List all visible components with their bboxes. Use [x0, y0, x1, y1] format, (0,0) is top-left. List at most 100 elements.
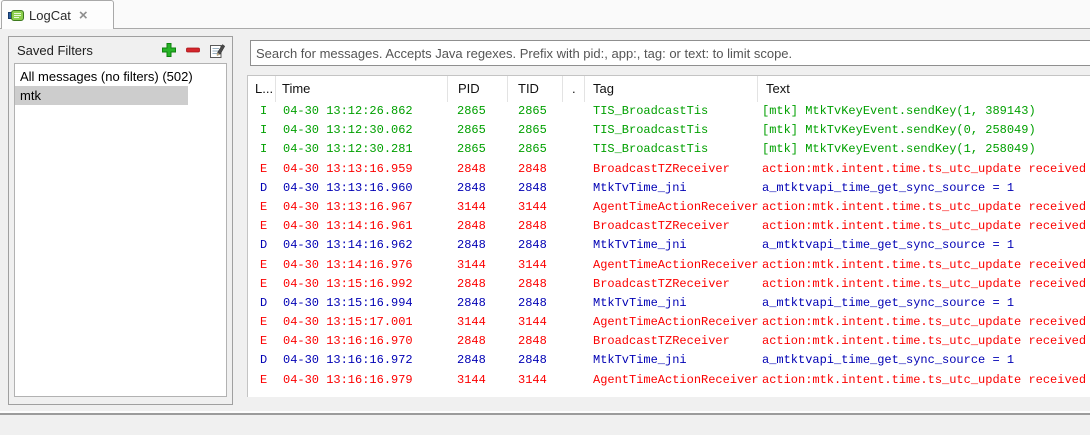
log-tag: AgentTimeActionReceiver [593, 372, 758, 387]
log-text: action:mtk.intent.time.ts_utc_update rec… [762, 257, 1087, 272]
log-application [563, 198, 585, 217]
log-text: a_mtktvapi_time_get_sync_source = 1 [762, 180, 1015, 195]
log-text: action:mtk.intent.time.ts_utc_update rec… [762, 276, 1087, 291]
log-level: D [260, 353, 268, 368]
log-pid: 2865 [457, 104, 486, 118]
log-application [563, 294, 585, 313]
log-tid: 3144 [518, 315, 547, 330]
log-row[interactable]: D 04-30 13:14:16.962 2848 2848 MtkTvTime… [248, 236, 1090, 255]
column-header-tag[interactable]: Tag [585, 76, 758, 102]
log-time: 04-30 13:14:16.961 [283, 219, 413, 234]
filter-list-item[interactable]: mtk [15, 86, 188, 105]
log-text: [mtk] MtkTvKeyEvent.sendKey(1, 389143) [762, 104, 1036, 118]
log-tid: 2865 [518, 104, 547, 118]
filter-list-item[interactable]: All messages (no filters) (502) [15, 67, 226, 86]
log-row[interactable]: I 04-30 13:12:30.281 2865 2865 TIS_Broad… [248, 140, 1090, 159]
log-row[interactable]: E 04-30 13:14:16.976 3144 3144 AgentTime… [248, 256, 1090, 275]
log-application [563, 275, 585, 294]
log-row[interactable]: I 04-30 13:12:26.862 2865 2865 TIS_Broad… [248, 102, 1090, 121]
log-text: action:mtk.intent.time.ts_utc_update rec… [762, 334, 1087, 349]
log-text: [mtk] MtkTvKeyEvent.sendKey(1, 258049) [762, 142, 1036, 157]
column-header-text[interactable]: Text [758, 76, 1090, 102]
log-row[interactable]: E 04-30 13:13:16.967 3144 3144 AgentTime… [248, 198, 1090, 217]
log-level: E [260, 199, 268, 214]
log-tid: 2865 [518, 123, 547, 138]
log-table: L... Time PID TID . Tag Text I 04-30 13:… [247, 75, 1090, 397]
log-table-header: L... Time PID TID . Tag Text [248, 76, 1090, 102]
log-row[interactable]: I 04-30 13:12:30.062 2865 2865 TIS_Broad… [248, 121, 1090, 140]
log-tag: BroadcastTZReceiver [593, 276, 730, 291]
log-tag: TIS_BroadcastTis [593, 104, 709, 118]
saved-filters-panel: Saved Filters All messages (no filters) … [8, 36, 233, 405]
log-level: D [260, 238, 268, 253]
log-time: 04-30 13:12:30.281 [283, 142, 413, 157]
log-application [563, 313, 585, 332]
filter-actions [160, 41, 226, 59]
log-tid: 2848 [518, 219, 547, 234]
tab-bar: LogCat × [0, 0, 1090, 29]
log-pid: 3144 [457, 315, 486, 330]
log-level: I [260, 123, 268, 138]
log-tag: MtkTvTime_jni [593, 238, 687, 253]
log-row[interactable]: D 04-30 13:16:16.972 2848 2848 MtkTvTime… [248, 351, 1090, 370]
log-time: 04-30 13:15:17.001 [283, 315, 413, 330]
column-header-pid[interactable]: PID [448, 76, 508, 102]
log-tid: 2848 [518, 295, 547, 310]
log-time: 04-30 13:16:16.972 [283, 353, 413, 368]
log-level: E [260, 372, 268, 387]
logcat-icon [8, 7, 24, 23]
log-pid: 2848 [457, 219, 486, 234]
log-time: 04-30 13:16:16.979 [283, 372, 413, 387]
log-pid: 2848 [457, 180, 486, 195]
log-level: E [260, 334, 268, 349]
log-row[interactable]: D 04-30 13:13:16.960 2848 2848 MtkTvTime… [248, 179, 1090, 198]
log-tid: 2848 [518, 353, 547, 368]
log-pid: 2848 [457, 161, 486, 176]
log-tag: AgentTimeActionReceiver [593, 315, 758, 330]
log-row[interactable]: E 04-30 13:16:16.970 2848 2848 Broadcast… [248, 332, 1090, 351]
log-time: 04-30 13:13:16.967 [283, 199, 413, 214]
log-pid: 3144 [457, 372, 486, 387]
column-header-level[interactable]: L... [248, 76, 276, 102]
log-application [563, 236, 585, 255]
saved-filters-list: All messages (no filters) (502) mtk [14, 63, 227, 397]
log-application [563, 102, 585, 121]
log-time: 04-30 13:13:16.960 [283, 180, 413, 195]
log-tag: BroadcastTZReceiver [593, 219, 730, 234]
column-header-tid[interactable]: TID [508, 76, 563, 102]
log-pid: 2848 [457, 276, 486, 291]
search-input[interactable] [250, 40, 1090, 66]
log-row[interactable]: E 04-30 13:15:16.992 2848 2848 Broadcast… [248, 275, 1090, 294]
log-tid: 2848 [518, 161, 547, 176]
tab-logcat[interactable]: LogCat × [1, 0, 114, 29]
log-row[interactable]: D 04-30 13:15:16.994 2848 2848 MtkTvTime… [248, 294, 1090, 313]
log-tag: BroadcastTZReceiver [593, 161, 730, 176]
log-level: E [260, 257, 268, 272]
edit-filter-icon[interactable] [208, 41, 226, 59]
log-level: E [260, 161, 268, 176]
log-row[interactable]: E 04-30 13:13:16.959 2848 2848 Broadcast… [248, 160, 1090, 179]
log-pid: 2848 [457, 238, 486, 253]
log-text: a_mtktvapi_time_get_sync_source = 1 [762, 353, 1015, 368]
tab-close-icon[interactable]: × [79, 8, 88, 23]
log-text: a_mtktvapi_time_get_sync_source = 1 [762, 238, 1015, 253]
log-text: action:mtk.intent.time.ts_utc_update rec… [762, 199, 1087, 214]
log-application [563, 140, 585, 159]
column-header-application[interactable]: . [563, 76, 585, 102]
remove-filter-icon[interactable] [184, 41, 202, 59]
log-row[interactable]: E 04-30 13:14:16.961 2848 2848 Broadcast… [248, 217, 1090, 236]
log-pid: 2848 [457, 295, 486, 310]
log-row[interactable]: E 04-30 13:16:16.979 3144 3144 AgentTime… [248, 371, 1090, 390]
status-bar [0, 415, 1090, 435]
log-tid: 2865 [518, 142, 547, 157]
add-filter-icon[interactable] [160, 41, 178, 59]
log-tid: 2848 [518, 238, 547, 253]
column-header-time[interactable]: Time [276, 76, 448, 102]
log-row[interactable]: E 04-30 13:15:17.001 3144 3144 AgentTime… [248, 313, 1090, 332]
log-time: 04-30 13:12:30.062 [283, 123, 413, 138]
log-tid: 3144 [518, 372, 547, 387]
log-tid: 2848 [518, 180, 547, 195]
log-text: a_mtktvapi_time_get_sync_source = 1 [762, 295, 1015, 310]
log-pid: 3144 [457, 257, 486, 272]
log-level: E [260, 315, 268, 330]
